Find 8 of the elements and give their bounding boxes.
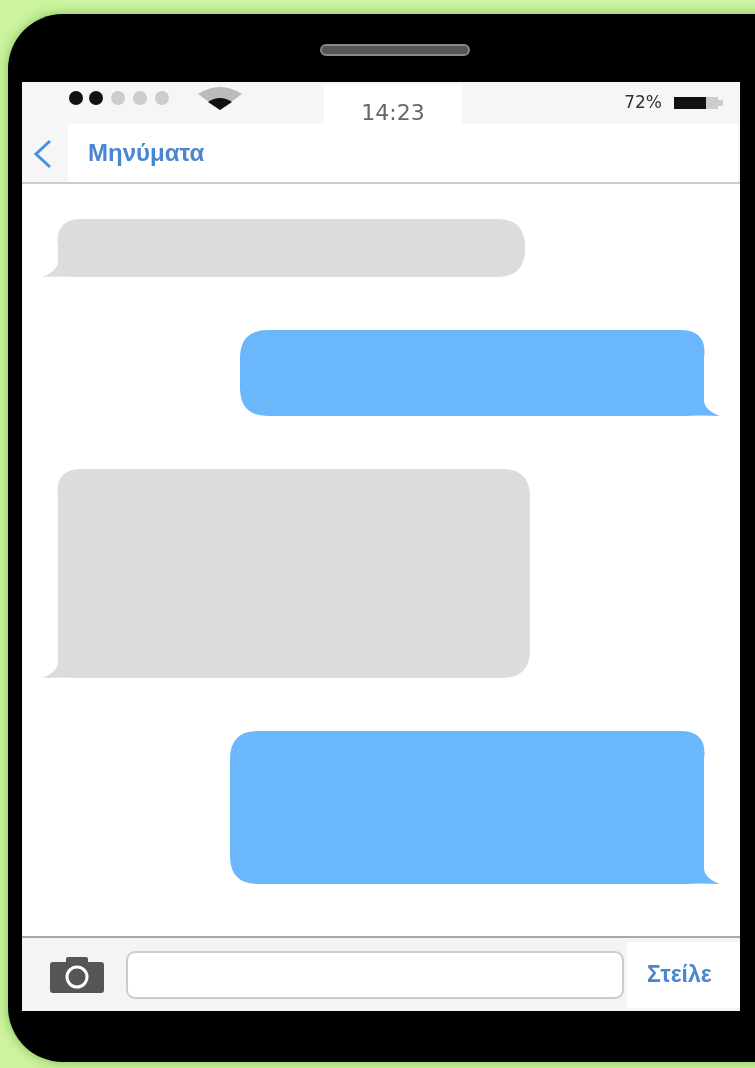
header-title: Μηνύματα [68, 124, 738, 182]
camera-icon[interactable] [50, 956, 104, 993]
battery-percent: 72% [624, 91, 662, 114]
send-button[interactable]: Στείλε [627, 941, 740, 1008]
status-time: 14:23 [324, 84, 462, 126]
wifi-icon [196, 86, 244, 110]
battery-icon [674, 95, 724, 110]
message-input[interactable] [126, 950, 624, 999]
